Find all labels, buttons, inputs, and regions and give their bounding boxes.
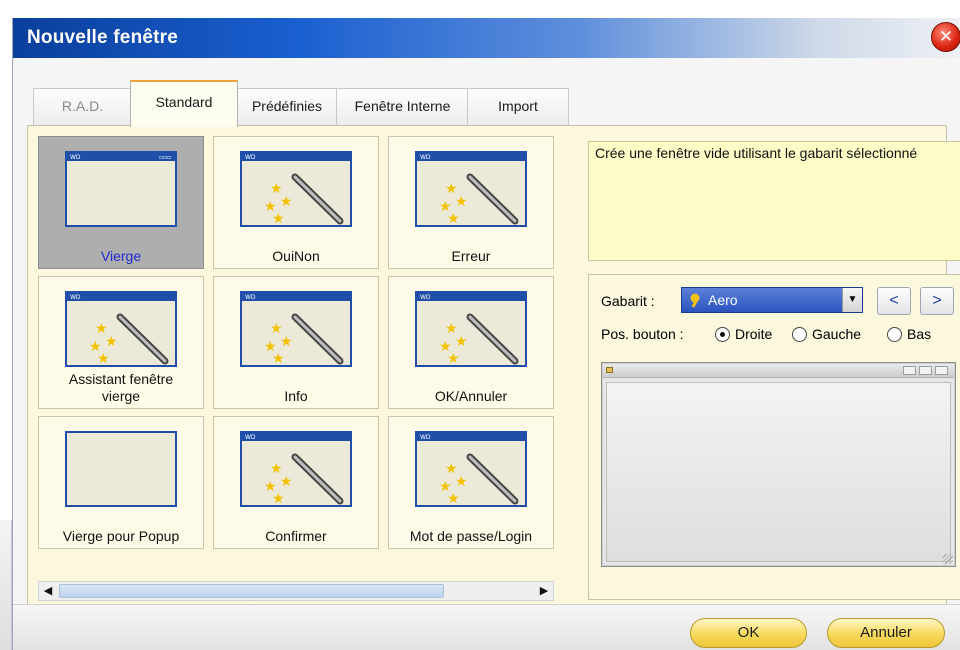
template-label: Vierge pour Popup [62, 528, 180, 544]
new-window-dialog: Nouvelle fenêtre ✕ R.A.D. Standard Prédé… [12, 18, 960, 650]
wizard-window-icon: WD ★ ★ ★ ★ [65, 291, 177, 367]
gabarit-selected-value: Aero [708, 292, 738, 308]
desktop-background [0, 0, 960, 20]
title-bar[interactable]: Nouvelle fenêtre ✕ [13, 18, 960, 58]
svg-text:★: ★ [447, 210, 460, 226]
preview-window-icon [606, 367, 613, 373]
template-label: Assistant fenêtre vierge [68, 371, 174, 404]
wizard-window-icon: WD ★ ★ ★ ★ [415, 291, 527, 367]
template-info[interactable]: WD ★ ★ ★ ★ Info [213, 276, 379, 409]
svg-text:WD: WD [70, 294, 81, 301]
template-erreur[interactable]: WD ★ ★ ★ ★ Erreur [388, 136, 554, 269]
template-ouinon[interactable]: WD ★ ★ ★ ★ OuiNon [213, 136, 379, 269]
wizard-window-icon: WD ★ ★ ★ ★ [415, 151, 527, 227]
svg-text:★: ★ [455, 333, 468, 349]
dropdown-arrow-icon[interactable]: ▼ [842, 288, 862, 312]
tab-import[interactable]: Import [467, 88, 569, 126]
previous-template-button[interactable]: < [877, 287, 911, 315]
tab-standard[interactable]: Standard [130, 80, 238, 127]
svg-text:WD: WD [420, 434, 431, 441]
template-ok-annuler[interactable]: WD ★ ★ ★ ★ OK/Annuler [388, 276, 554, 409]
scroll-right-arrow-icon[interactable]: ▶ [535, 582, 553, 600]
svg-text:WD: WD [420, 154, 431, 161]
radio-circle-icon [792, 327, 807, 342]
template-label: Vierge [100, 248, 142, 264]
template-mot-de-passe-login[interactable]: WD ★ ★ ★ ★ Mot de passe/Login [388, 416, 554, 549]
tab-fenetre-interne[interactable]: Fenêtre Interne [336, 88, 469, 126]
cancel-button[interactable]: Annuler [827, 618, 945, 648]
button-position-label: Pos. bouton : [601, 326, 684, 342]
horizontal-scrollbar[interactable]: ◀ ▶ [38, 581, 554, 601]
template-description: Crée une fenêtre vide utilisant le gabar… [588, 141, 960, 261]
svg-text:★: ★ [447, 490, 460, 506]
svg-text:★: ★ [272, 490, 285, 506]
svg-text:★: ★ [97, 350, 110, 366]
wizard-window-icon: WD ★ ★ ★ ★ [240, 431, 352, 507]
scrollbar-thumb[interactable] [59, 584, 444, 598]
template-grid: WD ▫▫▫ Vierge WD ★ ★ ★ ★ OuiNon WD ★ ★ ★… [38, 136, 554, 580]
preview-title-bar [603, 364, 954, 378]
ok-button[interactable]: OK [690, 618, 807, 648]
maximize-icon [919, 366, 932, 375]
wizard-window-icon: WD ★ ★ ★ ★ [240, 151, 352, 227]
tab-content-panel: WD ▫▫▫ Vierge WD ★ ★ ★ ★ OuiNon WD ★ ★ ★… [27, 125, 960, 608]
template-preview [601, 362, 956, 567]
close-icon: ✕ [938, 27, 954, 46]
resize-grip-icon [943, 554, 953, 564]
svg-text:★: ★ [455, 473, 468, 489]
template-assistant-fenetre-vierge[interactable]: WD ★ ★ ★ ★ Assistant fenêtre vierge [38, 276, 204, 409]
blank-window-icon: WD ▫▫▫ [65, 151, 177, 227]
svg-text:★: ★ [105, 333, 118, 349]
gabarit-label: Gabarit : [601, 293, 655, 309]
template-label: OuiNon [272, 248, 320, 264]
template-vierge[interactable]: WD ▫▫▫ Vierge [38, 136, 204, 269]
popup-window-icon [65, 431, 177, 507]
svg-text:▫▫▫: ▫▫▫ [159, 154, 171, 161]
template-options-panel: Gabarit : Aero ▼ < > Pos. bouton : Droit… [588, 274, 960, 600]
scroll-left-arrow-icon[interactable]: ◀ [39, 582, 57, 600]
next-template-button[interactable]: > [920, 287, 954, 315]
svg-text:WD: WD [245, 434, 256, 441]
gabarit-style-icon [690, 293, 700, 308]
gabarit-select[interactable]: Aero ▼ [681, 287, 863, 313]
background-window-edge [0, 520, 12, 650]
template-vierge-pour-popup[interactable]: Vierge pour Popup [38, 416, 204, 549]
template-label: Confirmer [265, 528, 327, 544]
tab-predefinies[interactable]: Prédéfinies [236, 88, 338, 126]
svg-text:WD: WD [245, 294, 256, 301]
svg-text:★: ★ [272, 350, 285, 366]
template-label: Info [284, 388, 308, 404]
svg-text:WD: WD [420, 294, 431, 301]
radio-droite[interactable]: Droite [715, 326, 772, 344]
svg-text:★: ★ [272, 210, 285, 226]
svg-text:★: ★ [280, 193, 293, 209]
radio-gauche[interactable]: Gauche [792, 326, 861, 344]
preview-body [606, 382, 951, 562]
radio-circle-icon [887, 327, 902, 342]
close-icon [935, 366, 948, 375]
template-label: Mot de passe/Login [409, 528, 533, 544]
svg-text:★: ★ [455, 193, 468, 209]
template-label: OK/Annuler [434, 388, 508, 404]
svg-text:★: ★ [447, 350, 460, 366]
dialog-title: Nouvelle fenêtre [27, 27, 179, 48]
close-button[interactable]: ✕ [931, 22, 960, 52]
svg-text:★: ★ [280, 333, 293, 349]
template-confirmer[interactable]: WD ★ ★ ★ ★ Confirmer [213, 416, 379, 549]
svg-text:WD: WD [245, 154, 256, 161]
wizard-window-icon: WD ★ ★ ★ ★ [240, 291, 352, 367]
svg-text:WD: WD [70, 154, 81, 161]
wizard-window-icon: WD ★ ★ ★ ★ [415, 431, 527, 507]
template-label: Erreur [451, 248, 491, 264]
radio-circle-icon [715, 327, 730, 342]
svg-text:★: ★ [280, 473, 293, 489]
radio-bas[interactable]: Bas [887, 326, 931, 344]
tab-rad[interactable]: R.A.D. [33, 88, 132, 126]
dialog-footer: OK Annuler [13, 604, 960, 650]
minimize-icon [903, 366, 916, 375]
